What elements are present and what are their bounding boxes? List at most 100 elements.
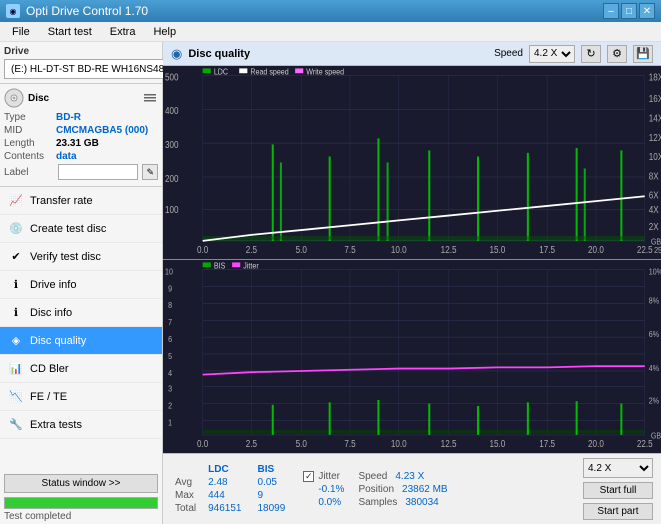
svg-text:2X: 2X <box>649 221 659 232</box>
svg-text:6%: 6% <box>649 330 659 340</box>
ldc-header: LDC <box>200 463 249 476</box>
jitter-checkbox[interactable]: ✓ <box>303 471 314 482</box>
disc-contents-row: Contents data <box>4 151 158 162</box>
content-area: ◉ Disc quality Speed 4.2 X ↻ ⚙ 💾 <box>163 42 661 524</box>
menu-help[interactable]: Help <box>145 24 184 40</box>
length-label: Length <box>4 138 56 149</box>
drive-select-row: (E:) HL-DT-ST BD-RE WH16NS48 1.D3 ⏏ <box>4 59 158 79</box>
start-full-button[interactable]: Start full <box>583 482 653 499</box>
nav-disc-info[interactable]: ℹ Disc info <box>0 299 162 327</box>
svg-text:14X: 14X <box>649 113 661 124</box>
nav-verify-test[interactable]: ✔ Verify test disc <box>0 243 162 271</box>
save-button[interactable]: 💾 <box>633 45 653 63</box>
minimize-button[interactable]: – <box>603 3 619 19</box>
sidebar-bottom: Status window >> Test completed <box>0 470 162 524</box>
disc-label-row: Label ✎ <box>4 164 158 180</box>
top-chart: 500 400 300 200 100 18X 16X 14X 12X 10X … <box>163 66 661 260</box>
svg-text:17.5: 17.5 <box>539 244 555 255</box>
nav-extra-tests-label: Extra tests <box>30 419 82 431</box>
max-label: Max <box>171 489 200 502</box>
start-buttons-section: 4.2 X Start full Start part <box>583 458 653 520</box>
svg-text:16X: 16X <box>649 94 661 105</box>
disc-section-label: Disc <box>28 93 49 104</box>
disc-quality-icon: ◈ <box>8 333 24 349</box>
nav-cd-bler[interactable]: 📊 CD Bler <box>0 355 162 383</box>
label-label: Label <box>4 167 54 178</box>
chart-title: Disc quality <box>188 48 250 60</box>
max-ldc: 444 <box>200 489 249 502</box>
speed-select-header[interactable]: 4.2 X <box>529 45 575 63</box>
samples-row: Samples 380034 <box>358 497 447 508</box>
svg-text:10: 10 <box>165 267 174 277</box>
svg-text:15.0: 15.0 <box>489 244 505 255</box>
nav-fe-te[interactable]: 📉 FE / TE <box>0 383 162 411</box>
svg-text:200: 200 <box>165 173 179 184</box>
mid-value: CMCMAGBA5 (000) <box>56 125 148 136</box>
close-button[interactable]: ✕ <box>639 3 655 19</box>
speed-controls: Speed 4.2 X ↻ ⚙ 💾 <box>494 45 653 63</box>
svg-text:8: 8 <box>168 301 172 311</box>
app-title: Opti Drive Control 1.70 <box>26 4 148 18</box>
jitter-label: Jitter <box>318 471 340 482</box>
svg-text:10.0: 10.0 <box>391 244 407 255</box>
label-edit-button[interactable]: ✎ <box>142 164 158 180</box>
start-part-button[interactable]: Start part <box>583 503 653 520</box>
status-window-button[interactable]: Status window >> <box>4 474 158 493</box>
svg-text:3: 3 <box>168 384 172 394</box>
svg-text:5.0: 5.0 <box>296 244 307 255</box>
avg-bis: 0.05 <box>250 476 294 489</box>
chart-header: ◉ Disc quality Speed 4.2 X ↻ ⚙ 💾 <box>163 42 661 66</box>
main-layout: Drive (E:) HL-DT-ST BD-RE WH16NS48 1.D3 … <box>0 42 661 524</box>
disc-type-row: Type BD-R <box>4 112 158 123</box>
svg-text:300: 300 <box>165 139 179 150</box>
avg-jitter: -0.1% <box>303 484 344 495</box>
menu-start-test[interactable]: Start test <box>40 24 100 40</box>
total-ldc: 946151 <box>200 502 249 515</box>
refresh-button[interactable]: ↻ <box>581 45 601 63</box>
svg-text:5.0: 5.0 <box>296 438 307 449</box>
label-input[interactable] <box>58 164 138 180</box>
disc-icon <box>4 88 24 108</box>
contents-value: data <box>56 151 77 162</box>
extra-tests-icon: 🔧 <box>8 417 24 433</box>
maximize-button[interactable]: □ <box>621 3 637 19</box>
progress-bar-container <box>4 497 158 509</box>
samples-value: 380034 <box>405 497 438 508</box>
nav-transfer-rate[interactable]: 📈 Transfer rate <box>0 187 162 215</box>
svg-text:Write speed: Write speed <box>306 67 344 77</box>
disc-info-icon: ℹ <box>8 305 24 321</box>
svg-text:Read speed: Read speed <box>250 67 288 77</box>
total-bis: 18099 <box>250 502 294 515</box>
disc-header-left: Disc <box>4 88 49 108</box>
menu-file[interactable]: File <box>4 24 38 40</box>
nav-section: 📈 Transfer rate 💿 Create test disc ✔ Ver… <box>0 187 162 470</box>
config-button[interactable]: ⚙ <box>607 45 627 63</box>
speed-select-stats[interactable]: 4.2 X <box>583 458 653 478</box>
speed-label: Speed <box>494 48 523 59</box>
create-test-icon: 💿 <box>8 221 24 237</box>
avg-ldc: 2.48 <box>200 476 249 489</box>
svg-text:GB: GB <box>651 431 661 441</box>
nav-extra-tests[interactable]: 🔧 Extra tests <box>0 411 162 439</box>
svg-text:7: 7 <box>168 318 172 328</box>
nav-transfer-rate-label: Transfer rate <box>30 195 93 207</box>
speed-row: Speed 4.23 X <box>358 471 447 482</box>
nav-drive-info[interactable]: ℹ Drive info <box>0 271 162 299</box>
fe-te-icon: 📉 <box>8 389 24 405</box>
nav-disc-info-label: Disc info <box>30 307 72 319</box>
nav-drive-info-label: Drive info <box>30 279 76 291</box>
chart-title-row: ◉ Disc quality <box>171 46 250 62</box>
svg-text:1: 1 <box>168 418 172 428</box>
svg-text:8%: 8% <box>649 296 659 306</box>
avg-label: Avg <box>171 476 200 489</box>
status-text: Test completed <box>0 511 162 524</box>
svg-text:100: 100 <box>165 205 179 216</box>
cd-bler-icon: 📊 <box>8 361 24 377</box>
title-bar-left: ◉ Opti Drive Control 1.70 <box>6 4 148 18</box>
length-value: 23.31 GB <box>56 138 99 149</box>
drive-info-icon: ℹ <box>8 277 24 293</box>
nav-create-test[interactable]: 💿 Create test disc <box>0 215 162 243</box>
stats-table: LDC BIS Avg 2.48 0.05 Max 444 9 Total 94… <box>171 463 293 515</box>
nav-disc-quality[interactable]: ◈ Disc quality <box>0 327 162 355</box>
menu-extra[interactable]: Extra <box>102 24 144 40</box>
